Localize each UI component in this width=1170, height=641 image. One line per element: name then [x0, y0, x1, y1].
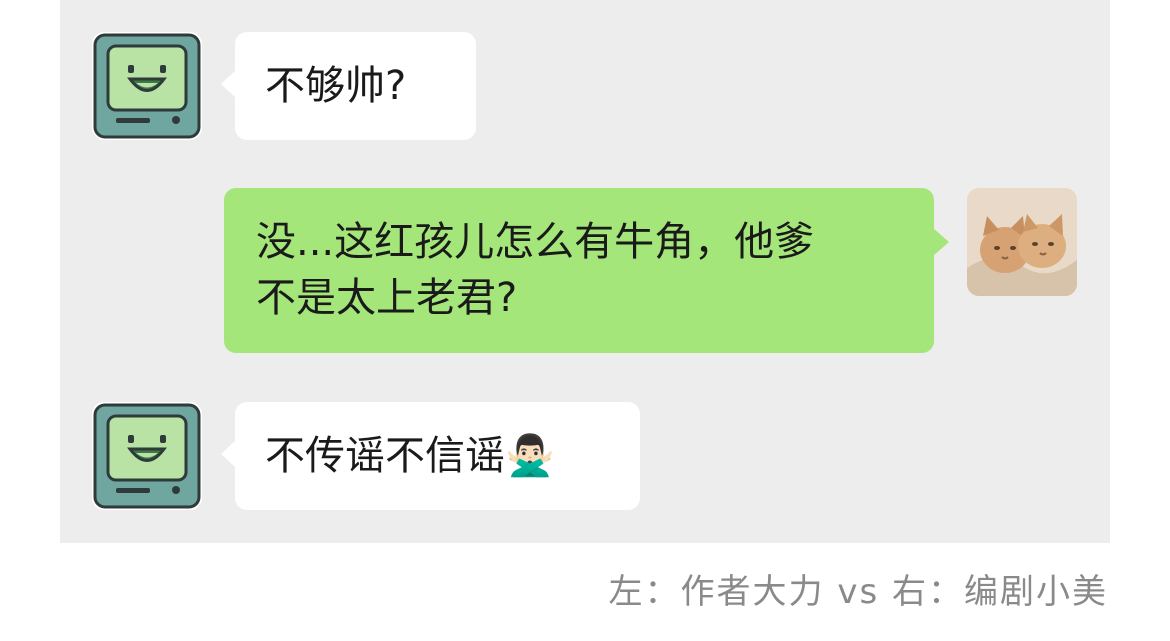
person-gesturing-no-emoji-icon: 🙅🏻‍♂️: [505, 433, 555, 479]
robot-face-icon: [92, 32, 202, 140]
caption-vs: vs: [837, 572, 880, 612]
cats-avatar[interactable]: [967, 188, 1077, 296]
caption-right-name: 编剧小美: [964, 572, 1108, 612]
message-text: 没...这红孩儿怎么有牛角，他爹 不是太上老君?: [256, 219, 815, 321]
caption-left-name: 作者大力: [680, 572, 825, 612]
caption-left-label: 左：: [608, 572, 681, 612]
message-bubble-incoming[interactable]: 不传谣不信谣🙅🏻‍♂️: [221, 402, 640, 510]
bmo-robot-avatar[interactable]: [92, 32, 202, 140]
message-bubble-incoming[interactable]: 不够帅?: [221, 32, 476, 140]
cats-photo-icon: [967, 188, 1077, 296]
message-text: 不够帅?: [265, 63, 407, 109]
message-text: 不传谣不信谣: [265, 433, 505, 479]
caption-right-label: 右：: [892, 572, 964, 612]
robot-face-icon: [92, 402, 202, 510]
chat-area: 不够帅? 没...这红孩儿怎么有牛角，他爹 不是太上老君?: [60, 0, 1110, 543]
bmo-robot-avatar[interactable]: [92, 402, 202, 510]
message-bubble-outgoing[interactable]: 没...这红孩儿怎么有牛角，他爹 不是太上老君?: [224, 188, 949, 353]
caption: 左：作者大力 vs 右：编剧小美: [609, 564, 1108, 613]
